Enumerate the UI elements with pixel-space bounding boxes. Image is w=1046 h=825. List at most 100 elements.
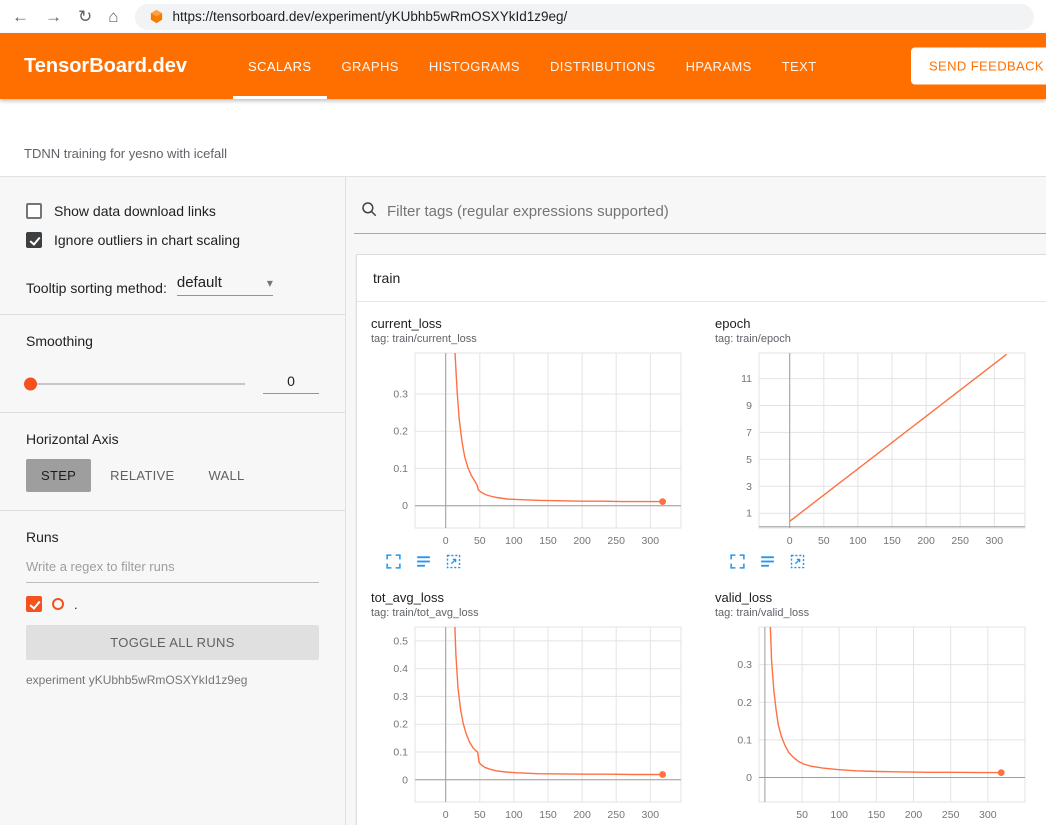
svg-text:0.5: 0.5 xyxy=(393,635,408,647)
chart-card: current_loss tag: train/current_loss 0 0.… xyxy=(371,316,701,570)
slider-thumb[interactable] xyxy=(24,377,37,390)
tab-scalars[interactable]: SCALARS xyxy=(233,33,327,99)
svg-text:7: 7 xyxy=(746,427,752,439)
runs-list-icon[interactable] xyxy=(415,553,432,570)
fit-domain-icon[interactable] xyxy=(789,553,806,570)
tag-filter-row xyxy=(354,191,1046,234)
svg-text:150: 150 xyxy=(868,809,886,821)
search-icon xyxy=(360,200,378,223)
tab-histograms[interactable]: HISTOGRAMS xyxy=(414,33,535,99)
line-chart[interactable]: 00.10.20.350100150200250300 xyxy=(715,619,1031,825)
svg-text:0: 0 xyxy=(443,809,449,821)
svg-text:1: 1 xyxy=(746,508,752,520)
svg-text:0: 0 xyxy=(787,535,793,547)
chart-title: valid_loss xyxy=(715,590,1045,605)
tag-filter-input[interactable] xyxy=(387,203,1046,220)
svg-text:0: 0 xyxy=(402,774,408,786)
axis-wall-button[interactable]: WALL xyxy=(193,459,259,492)
chart-title: tot_avg_loss xyxy=(371,590,701,605)
divider xyxy=(0,412,345,413)
runs-list-icon[interactable] xyxy=(759,553,776,570)
chart-tag: tag: train/current_loss xyxy=(371,333,701,345)
svg-text:50: 50 xyxy=(474,809,486,821)
svg-text:50: 50 xyxy=(796,809,808,821)
tooltip-sorting-label: Tooltip sorting method: xyxy=(26,280,167,296)
send-feedback-button[interactable]: SEND FEEDBACK xyxy=(911,48,1046,85)
svg-text:250: 250 xyxy=(607,535,625,547)
svg-text:250: 250 xyxy=(951,535,969,547)
svg-text:0: 0 xyxy=(443,535,449,547)
smoothing-slider[interactable] xyxy=(26,383,245,385)
svg-text:5: 5 xyxy=(746,454,752,466)
experiment-title: TDNN training for yesno with icefall xyxy=(24,146,227,161)
refresh-icon[interactable]: ↻ xyxy=(78,8,92,25)
tensorboard-favicon xyxy=(149,9,164,24)
tooltip-sorting-select[interactable]: default ▾ xyxy=(177,274,273,296)
url-text: https://tensorboard.dev/experiment/yKUbh… xyxy=(173,9,568,24)
ignore-outliers-checkbox[interactable] xyxy=(26,232,42,248)
tab-graphs[interactable]: GRAPHS xyxy=(327,33,414,99)
chart-tag: tag: train/valid_loss xyxy=(715,607,1045,619)
svg-text:300: 300 xyxy=(986,535,1004,547)
chart-card: epoch tag: train/epoch 13579110501001502… xyxy=(715,316,1045,570)
nav-tabs: SCALARSGRAPHSHISTOGRAMSDISTRIBUTIONSHPAR… xyxy=(233,33,832,99)
runs-filter-input[interactable] xyxy=(26,551,319,583)
line-chart[interactable]: 1357911050100150200250300 xyxy=(715,345,1031,551)
app-title[interactable]: TensorBoard.dev xyxy=(24,55,187,78)
chart-title: epoch xyxy=(715,316,1045,331)
chart-title: current_loss xyxy=(371,316,701,331)
chevron-down-icon: ▾ xyxy=(267,276,273,290)
chart-toolbar xyxy=(715,553,1045,570)
svg-text:300: 300 xyxy=(642,535,660,547)
browser-chrome: ← → ↻ ⌂ https://tensorboard.dev/experime… xyxy=(0,0,1046,33)
axis-relative-button[interactable]: RELATIVE xyxy=(95,459,189,492)
svg-text:0.3: 0.3 xyxy=(393,389,408,401)
svg-text:0: 0 xyxy=(402,500,408,512)
svg-text:0.2: 0.2 xyxy=(737,697,752,709)
home-icon[interactable]: ⌂ xyxy=(108,8,118,25)
chart-tag: tag: train/tot_avg_loss xyxy=(371,607,701,619)
fit-domain-icon[interactable] xyxy=(445,553,462,570)
svg-text:150: 150 xyxy=(539,809,557,821)
tab-text[interactable]: TEXT xyxy=(767,33,832,99)
run-list: . xyxy=(26,596,319,612)
expand-chart-icon[interactable] xyxy=(385,553,402,570)
app-header: TensorBoard.dev SCALARSGRAPHSHISTOGRAMSD… xyxy=(0,33,1046,99)
svg-text:0.2: 0.2 xyxy=(393,719,408,731)
back-icon[interactable]: ← xyxy=(12,8,29,25)
chart-tag: tag: train/epoch xyxy=(715,333,1045,345)
smoothing-value[interactable]: 0 xyxy=(263,373,319,394)
line-chart[interactable]: 00.10.20.3050100150200250300 xyxy=(371,345,687,551)
tag-group-header[interactable]: train xyxy=(357,255,1046,302)
tag-group-card: train current_loss tag: train/current_lo… xyxy=(356,254,1046,825)
svg-text:200: 200 xyxy=(917,535,935,547)
svg-text:200: 200 xyxy=(573,535,591,547)
expand-chart-icon[interactable] xyxy=(729,553,746,570)
svg-text:300: 300 xyxy=(979,809,997,821)
svg-text:250: 250 xyxy=(607,809,625,821)
run-color-icon xyxy=(52,598,64,610)
svg-text:100: 100 xyxy=(830,809,848,821)
divider xyxy=(0,510,345,511)
svg-text:100: 100 xyxy=(849,535,867,547)
experiment-title-strip: TDNN training for yesno with icefall xyxy=(0,99,1046,177)
svg-text:100: 100 xyxy=(505,809,523,821)
show-download-links-checkbox[interactable] xyxy=(26,203,42,219)
svg-text:0.4: 0.4 xyxy=(393,663,408,675)
tab-hparams[interactable]: HPARAMS xyxy=(671,33,767,99)
run-row: . xyxy=(26,596,319,612)
forward-icon[interactable]: → xyxy=(45,8,62,25)
axis-step-button[interactable]: STEP xyxy=(26,459,91,492)
line-chart[interactable]: 00.10.20.30.40.5050100150200250300 xyxy=(371,619,687,825)
run-checkbox[interactable] xyxy=(26,596,42,612)
toggle-all-runs-button[interactable]: TOGGLE ALL RUNS xyxy=(26,625,319,660)
svg-text:0.2: 0.2 xyxy=(393,426,408,438)
svg-text:100: 100 xyxy=(505,535,523,547)
charts-grid: current_loss tag: train/current_loss 0 0.… xyxy=(357,302,1046,825)
svg-text:0.3: 0.3 xyxy=(393,691,408,703)
tab-distributions[interactable]: DISTRIBUTIONS xyxy=(535,33,671,99)
svg-text:3: 3 xyxy=(746,481,752,493)
svg-text:150: 150 xyxy=(883,535,901,547)
address-bar[interactable]: https://tensorboard.dev/experiment/yKUbh… xyxy=(135,4,1034,30)
horizontal-axis-label: Horizontal Axis xyxy=(26,431,319,447)
